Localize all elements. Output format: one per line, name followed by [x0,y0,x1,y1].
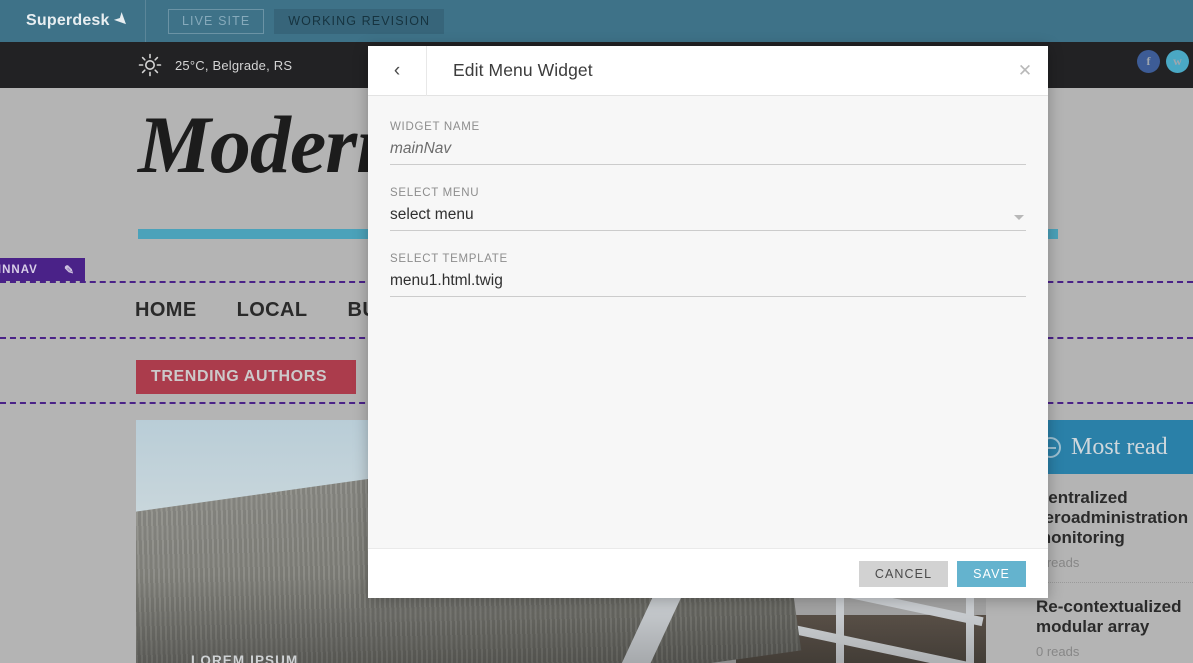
mainnav-badge-label: MAINNAV [0,263,38,276]
field-select-menu: SELECT MENU select menu [390,187,1026,231]
field-label: SELECT TEMPLATE [390,253,508,265]
list-item[interactable]: Re-contextualized modular array 0 reads [1026,583,1193,663]
list-item[interactable]: Centralized zeroadministration monitorin… [1026,474,1193,584]
trending-authors-badge: TRENDING AUTHORS [136,360,356,394]
weather-widget: 25°C, Belgrade, RS [0,53,292,77]
superdesk-topbar: Superdesk ➤ LIVE SITE WORKING REVISION [0,0,1193,42]
sun-icon [138,53,162,77]
page-title: Edit Menu Widget [453,60,593,80]
field-select-template: SELECT TEMPLATE menu1.html.twig [390,253,1026,297]
most-read-header: Most read [1026,420,1193,474]
most-read-title: Most read [1071,433,1168,460]
masthead-title: Modern [138,99,402,190]
superdesk-logo[interactable]: Superdesk ➤ [0,0,145,42]
modal-footer: CANCEL SAVE [368,548,1048,598]
field-label: WIDGET NAME [390,121,480,133]
most-read-item-reads: 7 reads [1036,555,1080,571]
select-menu-dropdown[interactable]: select menu [390,206,1026,231]
superdesk-logo-text: Superdesk [26,12,110,29]
weather-text: 25°C, Belgrade, RS [175,57,293,73]
cancel-button[interactable]: CANCEL [858,560,949,587]
modal-body: WIDGET NAME mainNav SELECT MENU select m… [368,96,1048,548]
hero-kicker: LOREM IPSUM [191,653,299,663]
working-revision-button[interactable]: WORKING REVISION [274,8,445,34]
nav-item-local[interactable]: LOCAL [237,299,308,322]
select-template-input[interactable]: menu1.html.twig [390,272,1026,297]
most-read-widget: Most read Centralized zeroadministration… [1026,420,1193,663]
screen: Superdesk ➤ LIVE SITE WORKING REVISION 2… [0,0,1193,663]
most-read-item-title: Re-contextualized modular array [1036,597,1182,637]
live-site-button[interactable]: LIVE SITE [168,8,265,34]
revision-toggle-group: LIVE SITE WORKING REVISION [146,8,445,34]
field-label: SELECT MENU [390,187,480,199]
arrow-up-right-icon: ➤ [110,9,132,31]
select-template-value: menu1.html.twig [390,272,503,289]
edit-menu-widget-modal: ‹ Edit Menu Widget ✕ WIDGET NAME mainNav… [368,45,1048,598]
chevron-down-icon[interactable] [1014,215,1024,220]
widget-name-value: mainNav [390,140,452,157]
facebook-icon[interactable]: f [1137,50,1160,73]
most-read-item-reads: 0 reads [1036,644,1080,660]
nav-item-home[interactable]: HOME [135,299,197,322]
nav-items: HOME LOCAL BU [0,299,377,322]
modal-header: ‹ Edit Menu Widget ✕ [368,45,1048,96]
social-links: f w [1137,50,1189,73]
select-menu-value: select menu [390,206,474,223]
field-widget-name: WIDGET NAME mainNav [390,121,1026,165]
save-button[interactable]: SAVE [957,560,1026,587]
widget-name-input[interactable]: mainNav [390,140,1026,165]
chevron-left-icon[interactable]: ‹ [368,45,427,96]
pencil-icon[interactable]: ✎ [64,263,75,277]
mainnav-widget-badge[interactable]: MAINNAV ✎ [0,258,85,281]
close-icon[interactable]: ✕ [1002,46,1048,96]
twitter-icon[interactable]: w [1166,50,1189,73]
most-read-item-title: Centralized zeroadministration monitorin… [1036,488,1189,548]
